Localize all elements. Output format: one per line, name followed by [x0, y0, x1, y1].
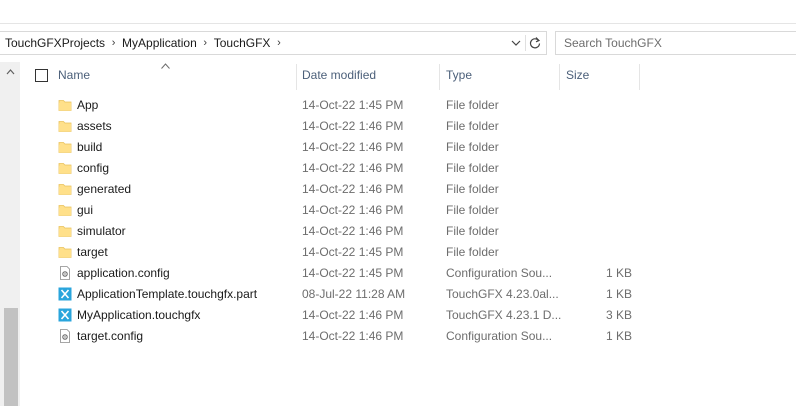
file-row[interactable]: MyApplication.touchgfx 14-Oct-22 1:46 PM T…	[20, 305, 796, 326]
folder-icon	[58, 224, 72, 238]
column-header-date-modified[interactable]: Date modified	[302, 68, 376, 82]
column-divider[interactable]	[296, 64, 297, 90]
column-header-type[interactable]: Type	[446, 68, 472, 82]
address-bar-divider	[525, 35, 526, 51]
file-date-modified: 14-Oct-22 1:46 PM	[302, 119, 404, 133]
file-name[interactable]: target	[77, 245, 108, 259]
file-type: File folder	[446, 182, 499, 196]
file-type: File folder	[446, 119, 499, 133]
folder-icon	[58, 161, 72, 175]
file-size: 1 KB	[605, 329, 632, 343]
file-type: File folder	[446, 203, 499, 217]
breadcrumb-item-touchgfxprojects[interactable]: TouchGFXProjects	[5, 36, 105, 50]
file-name[interactable]: target.config	[77, 329, 143, 343]
refresh-button[interactable]	[527, 35, 543, 51]
file-row[interactable]: application.config 14-Oct-22 1:45 PM Confi…	[20, 263, 796, 284]
file-type: File folder	[446, 98, 499, 112]
breadcrumb-item-touchgfx[interactable]: TouchGFX	[214, 36, 271, 50]
file-size: 1 KB	[605, 266, 632, 280]
file-date-modified: 08-Jul-22 11:28 AM	[302, 287, 406, 301]
folder-icon	[58, 245, 72, 259]
file-row[interactable]: target 14-Oct-22 1:45 PM File folder	[20, 242, 796, 263]
file-name[interactable]: application.config	[77, 266, 170, 280]
file-date-modified: 14-Oct-22 1:46 PM	[302, 203, 404, 217]
file-row[interactable]: App 14-Oct-22 1:45 PM File folder	[20, 95, 796, 116]
select-all-checkbox[interactable]	[35, 69, 48, 82]
breadcrumb-item-myapplication[interactable]: MyApplication	[122, 36, 197, 50]
file-row[interactable]: generated 14-Oct-22 1:46 PM File folder	[20, 179, 796, 200]
file-date-modified: 14-Oct-22 1:45 PM	[302, 98, 404, 112]
file-size: 3 KB	[605, 308, 632, 322]
breadcrumb-chevron-icon[interactable]: ›	[197, 37, 214, 49]
file-date-modified: 14-Oct-22 1:45 PM	[302, 245, 404, 259]
file-row[interactable]: simulator 14-Oct-22 1:46 PM File folder	[20, 221, 796, 242]
file-date-modified: 14-Oct-22 1:46 PM	[302, 182, 404, 196]
file-name[interactable]: App	[77, 98, 98, 112]
search-input[interactable]	[564, 35, 789, 51]
navigation-pane-scrollbar[interactable]	[0, 62, 20, 406]
address-history-button[interactable]	[508, 35, 524, 51]
file-name[interactable]: build	[77, 140, 102, 154]
config-file-icon	[58, 266, 72, 280]
file-type: Configuration Sou...	[446, 329, 553, 343]
file-type: Configuration Sou...	[446, 266, 553, 280]
chevron-down-icon	[511, 40, 521, 46]
file-name[interactable]: assets	[77, 119, 112, 133]
file-date-modified: 14-Oct-22 1:46 PM	[302, 161, 404, 175]
file-name[interactable]: MyApplication.touchgfx	[77, 308, 200, 322]
file-name[interactable]: ApplicationTemplate.touchgfx.part	[77, 287, 257, 301]
folder-icon	[58, 98, 72, 112]
file-type: File folder	[446, 245, 499, 259]
config-file-icon	[58, 329, 72, 343]
file-row[interactable]: config 14-Oct-22 1:46 PM File folder	[20, 158, 796, 179]
file-name[interactable]: config	[77, 161, 109, 175]
folder-icon	[58, 203, 72, 217]
refresh-icon	[529, 37, 541, 49]
file-row[interactable]: assets 14-Oct-22 1:46 PM File folder	[20, 116, 796, 137]
file-type: File folder	[446, 161, 499, 175]
file-type: TouchGFX 4.23.0al...	[446, 287, 559, 301]
file-row[interactable]: ApplicationTemplate.touchgfx.part 08-Jul-…	[20, 284, 796, 305]
scrollbar-thumb[interactable]	[4, 308, 18, 406]
column-divider[interactable]	[639, 64, 640, 90]
file-row[interactable]: build 14-Oct-22 1:46 PM File folder	[20, 137, 796, 158]
scroll-up-icon[interactable]	[6, 68, 15, 76]
column-header-name[interactable]: Name	[58, 68, 90, 82]
window-top-strip	[0, 0, 796, 24]
column-header-size[interactable]: Size	[566, 68, 589, 82]
file-name[interactable]: generated	[77, 182, 131, 196]
breadcrumb-chevron-icon[interactable]: ›	[105, 37, 122, 49]
file-name[interactable]: gui	[77, 203, 93, 217]
breadcrumb: TouchGFXProjects › MyApplication › Touch…	[5, 32, 287, 54]
breadcrumb-chevron-icon[interactable]: ›	[270, 37, 287, 49]
file-date-modified: 14-Oct-22 1:46 PM	[302, 308, 404, 322]
folder-icon	[58, 140, 72, 154]
column-divider[interactable]	[439, 64, 440, 90]
file-size: 1 KB	[605, 287, 632, 301]
column-divider[interactable]	[559, 64, 560, 90]
file-date-modified: 14-Oct-22 1:45 PM	[302, 266, 404, 280]
touchgfx-file-icon	[58, 287, 72, 301]
folder-icon	[58, 119, 72, 133]
folder-icon	[58, 182, 72, 196]
file-type: TouchGFX 4.23.1 D...	[446, 308, 562, 322]
file-name[interactable]: simulator	[77, 224, 126, 238]
file-row[interactable]: target.config 14-Oct-22 1:46 PM Configurat…	[20, 326, 796, 347]
file-date-modified: 14-Oct-22 1:46 PM	[302, 140, 404, 154]
address-bar[interactable]: TouchGFXProjects › MyApplication › Touch…	[0, 31, 547, 55]
file-type: File folder	[446, 224, 499, 238]
file-date-modified: 14-Oct-22 1:46 PM	[302, 224, 404, 238]
sort-ascending-icon	[161, 63, 170, 69]
file-date-modified: 14-Oct-22 1:46 PM	[302, 329, 404, 343]
file-type: File folder	[446, 140, 499, 154]
touchgfx-file-icon	[58, 308, 72, 322]
search-box[interactable]	[555, 31, 796, 55]
file-row[interactable]: gui 14-Oct-22 1:46 PM File folder	[20, 200, 796, 221]
